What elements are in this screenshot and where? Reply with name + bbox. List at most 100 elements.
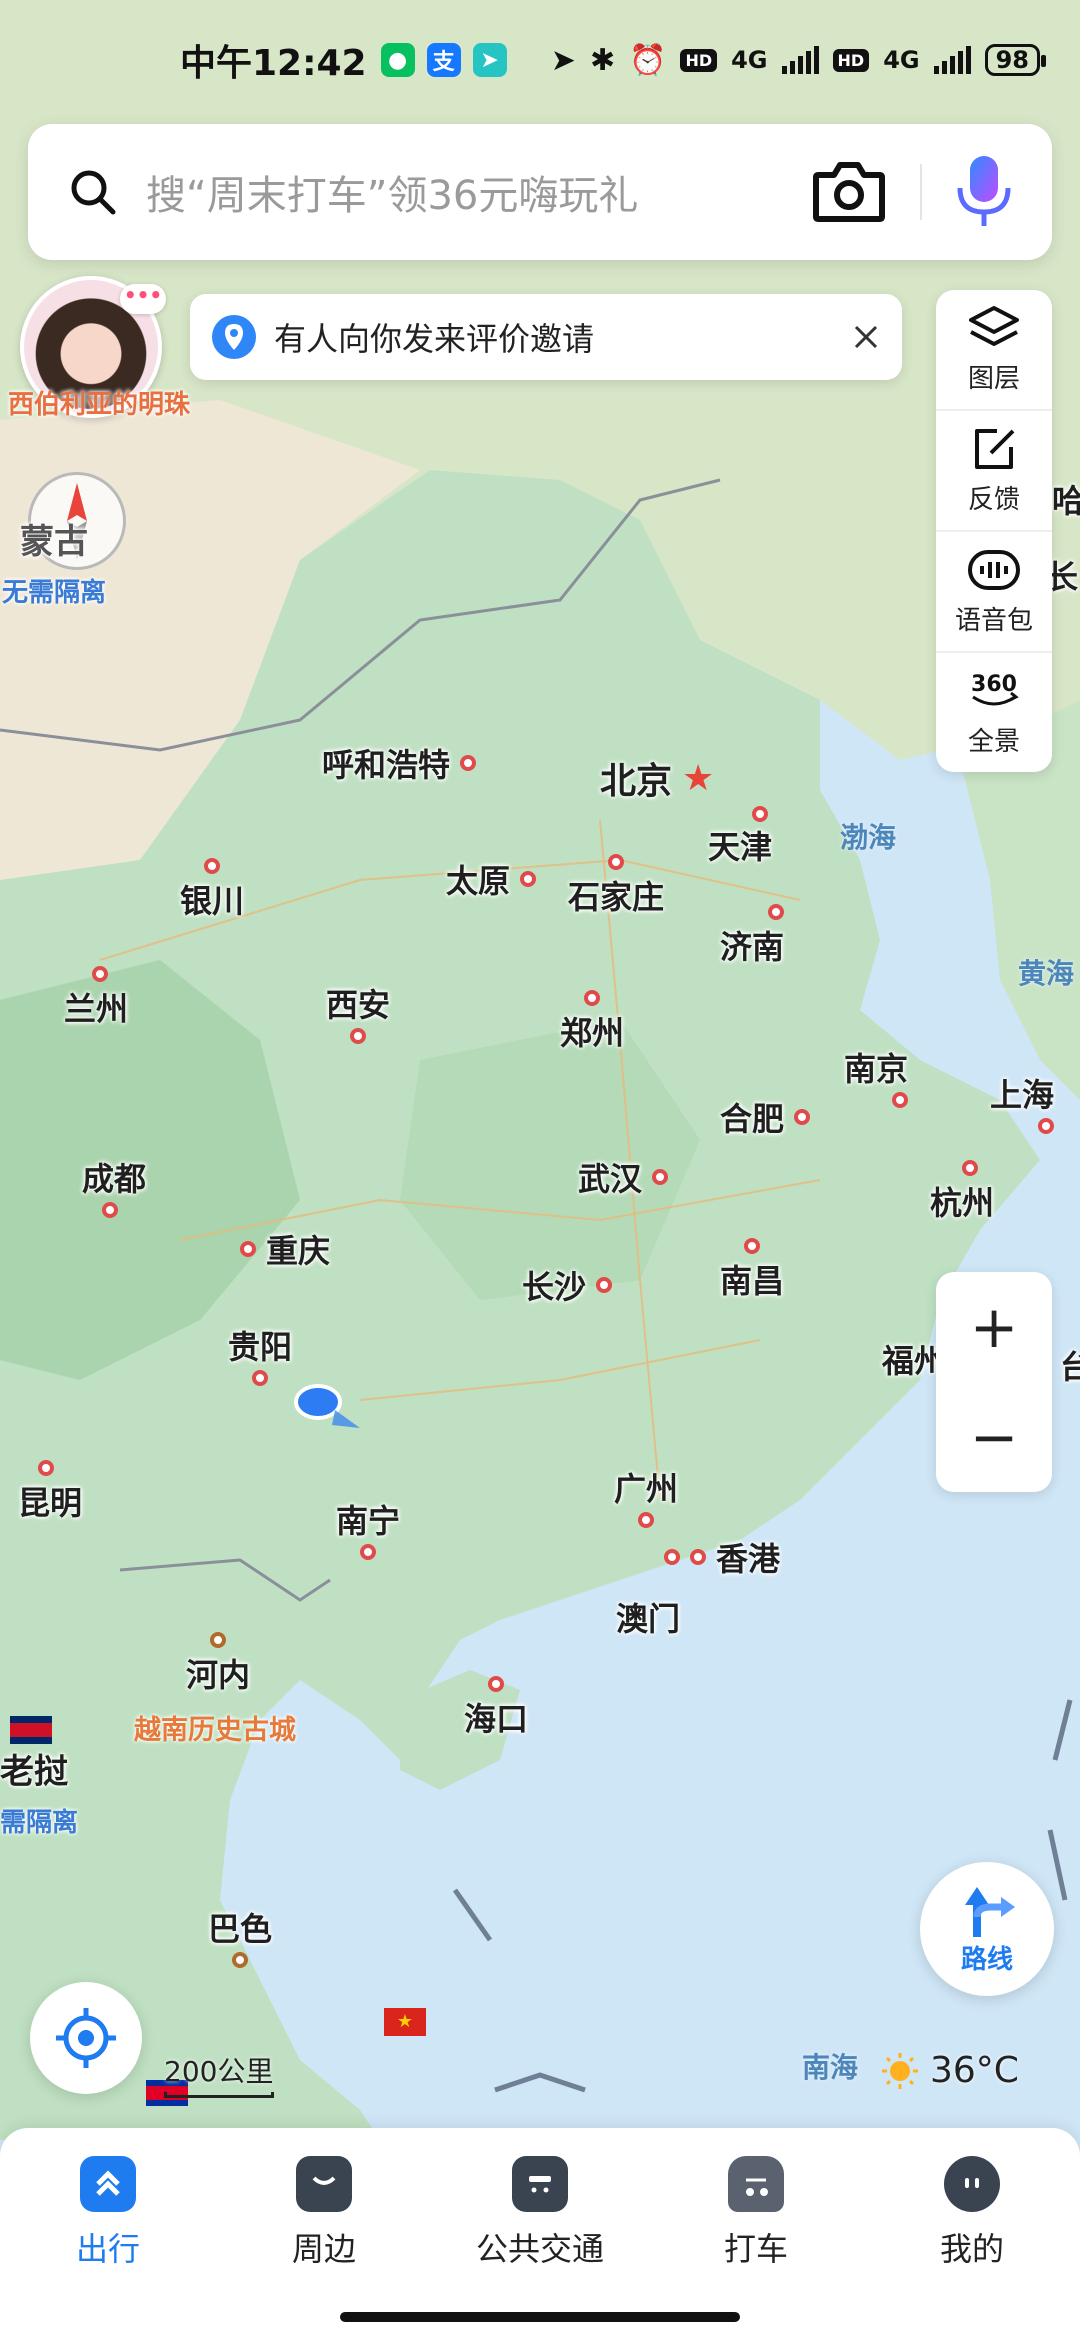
city-dot-icon (638, 1512, 654, 1528)
city-dot-icon (768, 904, 785, 920)
city-hongkong[interactable]: 香港 (664, 1534, 780, 1580)
wechat-icon: ● (380, 43, 415, 77)
nav-profile[interactable]: 我的 (864, 2156, 1080, 2340)
city-label: 澳门 (616, 1600, 681, 1638)
city-taiyuan[interactable]: 太原 (446, 856, 537, 902)
tool-label: 全景 (967, 727, 1020, 757)
city-hohhot[interactable]: 呼和浩特 (322, 740, 477, 786)
navigation-arrow-icon: ➤ (550, 42, 576, 78)
sea-label-yellow-sea: 黄海 (1018, 957, 1075, 990)
review-invite-notice[interactable]: 有人向你发来评价邀请 (190, 294, 902, 380)
country-label-laos[interactable]: 老挝 (0, 1744, 68, 1793)
city-shijiazhuang[interactable]: 石家庄 (568, 854, 664, 918)
city-guangzhou[interactable]: 广州 (614, 1464, 678, 1528)
hd-badge-2: HD (832, 48, 870, 72)
status-time: 中午12:42 (180, 43, 367, 84)
city-label: 南宁 (336, 1502, 401, 1540)
city-label: 海口 (464, 1700, 529, 1738)
city-label: 天津 (708, 828, 773, 866)
sea-label-bohai: 渤海 (840, 821, 897, 854)
tool-panorama[interactable]: 360 全景 (936, 653, 1052, 772)
city-lanzhou[interactable]: 兰州 (64, 966, 128, 1030)
city-tianjin[interactable]: 天津 (708, 806, 772, 868)
close-icon[interactable] (850, 321, 882, 353)
city-macau[interactable]: 澳门 (616, 1594, 680, 1640)
city-taiwan-partial[interactable]: 台 (1060, 1342, 1080, 1388)
city-chengdu[interactable]: 成都 (82, 1154, 146, 1218)
tool-feedback[interactable]: 反馈 (936, 411, 1052, 532)
map-scale: 200公里 (164, 2050, 274, 2098)
nav-label: 打车 (723, 2230, 788, 2268)
city-nanjing[interactable]: 南京 (844, 1044, 909, 1108)
travel-icon (80, 2156, 136, 2212)
capital-star-icon: ★ (682, 757, 715, 799)
nav-label: 公共交通 (475, 2230, 604, 2268)
location-pin-icon (212, 315, 256, 359)
city-label: 兰州 (64, 990, 129, 1028)
city-nanning[interactable]: 南宁 (336, 1496, 400, 1560)
city-label: 西安 (326, 986, 391, 1024)
city-dot-icon (350, 1028, 366, 1044)
city-kunming[interactable]: 昆明 (18, 1460, 82, 1524)
search-bar[interactable]: 搜“周末打车”领36元嗨玩礼 (28, 124, 1052, 260)
city-guiyang[interactable]: 贵阳 (228, 1322, 292, 1386)
city-label: 台 (1060, 1348, 1080, 1386)
avatar-caption[interactable]: 西伯利亚的明珠 (8, 384, 190, 421)
city-jinan[interactable]: 济南 (720, 904, 785, 968)
city-dot-icon (690, 1549, 706, 1565)
city-dot-icon (892, 1092, 909, 1108)
home-indicator[interactable] (340, 2312, 740, 2322)
city-hanoi[interactable]: 河内 (186, 1632, 250, 1696)
zoom-out-button[interactable]: − (936, 1382, 1052, 1492)
city-chongqing[interactable]: 重庆 (240, 1226, 330, 1272)
temperature: 36°C (930, 2050, 1019, 2091)
bluetooth-icon: ✱ (589, 42, 616, 78)
city-dot-icon (232, 1952, 248, 1968)
city-harbin-partial[interactable]: 哈 (1052, 476, 1080, 522)
city-shanghai[interactable]: 上海 (990, 1070, 1055, 1134)
tool-voice-pack[interactable]: 语音包 (936, 532, 1052, 653)
city-nanchang[interactable]: 南昌 (720, 1238, 784, 1302)
country-label: 老挝 (0, 1752, 68, 1792)
camera-icon[interactable] (812, 161, 886, 223)
city-dot-icon (252, 1370, 268, 1386)
city-dot-icon (584, 990, 600, 1006)
status-icons: ➤ ✱ ⏰ HD 4G HD 4G 98 (550, 42, 1047, 78)
tool-label: 语音包 (954, 606, 1033, 636)
route-button[interactable]: 路线 (920, 1862, 1054, 1996)
city-dot-icon (608, 854, 624, 870)
city-hangzhou[interactable]: 杭州 (930, 1160, 994, 1224)
scale-label: 200公里 (164, 2055, 274, 2088)
microphone-icon[interactable] (956, 154, 1012, 230)
avatar-more-bubble[interactable]: ••• (120, 284, 166, 314)
city-dot-icon (652, 1169, 669, 1185)
zoom-in-button[interactable]: + (936, 1272, 1052, 1382)
city-dot-icon (240, 1241, 256, 1257)
city-label: 石家庄 (568, 878, 665, 916)
taxi-icon (728, 2156, 784, 2212)
route-label: 路线 (960, 1944, 1013, 1975)
nav-travel[interactable]: 出行 (0, 2156, 216, 2340)
city-dot-icon (1038, 1118, 1055, 1134)
locate-me-button[interactable] (30, 1982, 142, 2094)
city-yinchuan[interactable]: 银川 (180, 858, 244, 922)
nearby-icon (296, 2156, 352, 2212)
city-changsha[interactable]: 长沙 (522, 1262, 613, 1308)
battery-icon: 98 (984, 44, 1047, 76)
city-label: 长沙 (522, 1268, 587, 1306)
city-xian[interactable]: 西安 (326, 980, 390, 1044)
city-label: 河内 (186, 1656, 251, 1694)
zoom-control: + − (936, 1272, 1052, 1492)
city-hefei[interactable]: 合肥 (720, 1094, 811, 1140)
search-placeholder[interactable]: 搜“周末打车”领36元嗨玩礼 (146, 163, 812, 221)
nav-label: 出行 (75, 2230, 140, 2268)
tool-layers[interactable]: 图层 (936, 290, 1052, 411)
city-wuhan[interactable]: 武汉 (578, 1154, 669, 1200)
city-pakse[interactable]: 巴色 (208, 1904, 272, 1968)
poi-vietnam-old-town[interactable]: 越南历史古城 (134, 1708, 296, 1747)
weather-widget[interactable]: 36°C (880, 2050, 1019, 2091)
city-haikou[interactable]: 海口 (464, 1676, 528, 1740)
city-zhengzhou[interactable]: 郑州 (560, 990, 624, 1054)
city-label: 北京 (600, 761, 673, 802)
city-beijing[interactable]: 北京 ★ (600, 752, 714, 804)
